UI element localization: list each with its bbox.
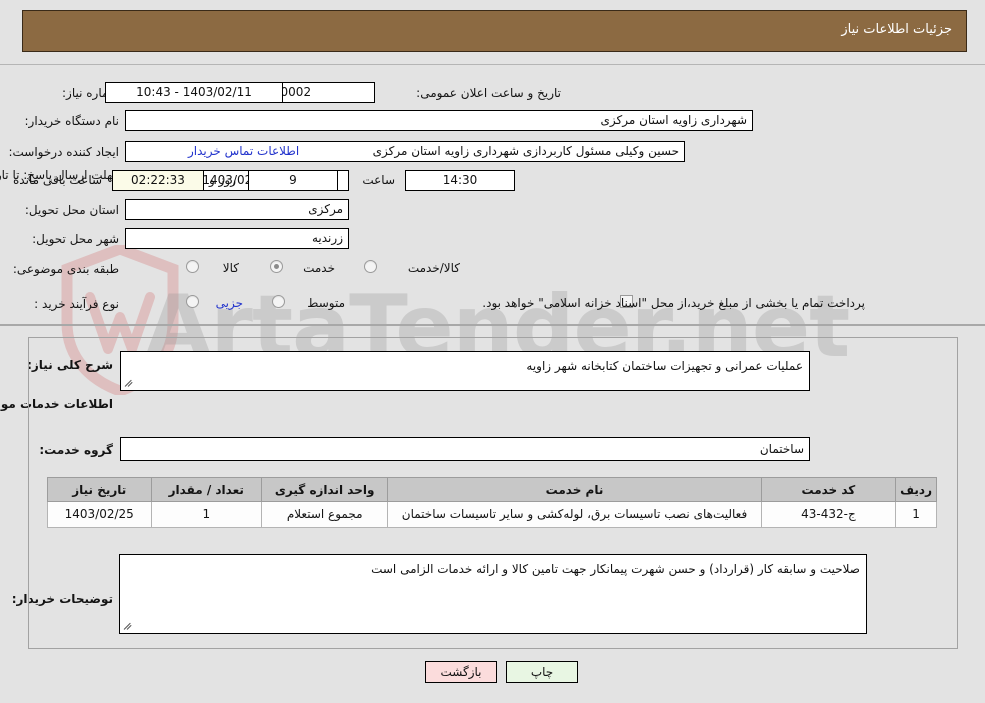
th-unit: واحد اندازه گیری xyxy=(261,477,389,502)
th-code: کد خدمت xyxy=(760,477,897,502)
header-bar: جزئیات اطلاعات نیاز xyxy=(22,10,967,52)
services-table: ردیف کد خدمت نام خدمت واحد اندازه گیری ت… xyxy=(47,477,937,528)
cell-name: فعالیت‌های نصب تاسیسات برق، لوله‌کشی و س… xyxy=(387,501,762,528)
cell-qty: 1 xyxy=(150,501,263,528)
cell-date: 1403/02/25 xyxy=(47,501,152,528)
cell-code: ج-432-43 xyxy=(760,501,897,528)
cell-unit: مجموع استعلام xyxy=(261,501,389,528)
page-root: ArtaTender.net جزئیات اطلاعات نیاز شماره… xyxy=(0,0,985,703)
th-name: نام خدمت xyxy=(387,477,762,502)
th-radif: ردیف xyxy=(895,477,937,502)
top-info-panel xyxy=(0,64,985,326)
back-button[interactable]: بازگشت xyxy=(425,661,497,683)
table-row: 1 ج-432-43 فعالیت‌های نصب تاسیسات برق، ل… xyxy=(47,501,937,528)
page-title: جزئیات اطلاعات نیاز xyxy=(841,22,952,37)
th-date: تاریخ نیاز xyxy=(47,477,152,502)
table-header-row: ردیف کد خدمت نام خدمت واحد اندازه گیری ت… xyxy=(47,477,937,502)
th-qty: تعداد / مقدار xyxy=(150,477,263,502)
print-button[interactable]: چاپ xyxy=(506,661,578,683)
cell-radif: 1 xyxy=(895,501,937,528)
